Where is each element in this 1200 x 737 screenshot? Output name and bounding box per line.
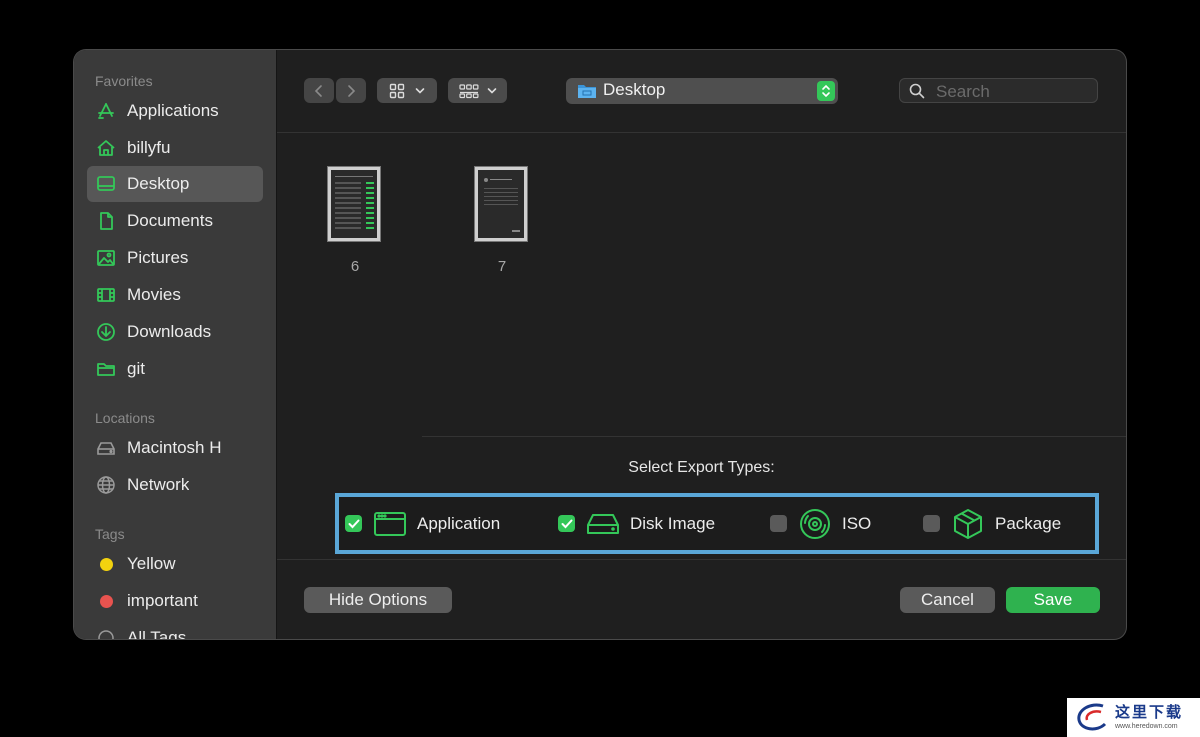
downloads-icon	[95, 321, 117, 343]
back-button[interactable]	[304, 78, 334, 103]
package-box-icon	[950, 508, 986, 540]
file-name: 6	[350, 258, 360, 275]
sidebar-item-documents[interactable]: Documents	[87, 203, 263, 239]
save-button[interactable]: Save	[1006, 587, 1100, 613]
export-option-label: ISO	[842, 513, 872, 533]
export-types-panel: Application Disk Image ISO Package	[335, 493, 1099, 554]
sidebar-item-git[interactable]: git	[87, 351, 263, 387]
file-thumbnail	[474, 166, 528, 242]
sidebar-item-label: Macintosh H	[127, 438, 222, 457]
sidebar-item-label: Pictures	[127, 248, 189, 267]
sidebar-item-label: Desktop	[127, 174, 190, 193]
file-item[interactable]: 6	[327, 166, 383, 275]
chevron-down-icon	[487, 87, 496, 94]
sidebar-item-downloads[interactable]: Downloads	[87, 314, 263, 350]
all-tags-icon	[95, 627, 117, 639]
toolbar: Desktop	[277, 50, 1126, 133]
location-label: Desktop	[603, 80, 666, 99]
pictures-icon	[95, 247, 117, 269]
package-checkbox[interactable]	[923, 515, 940, 532]
chevron-right-icon	[348, 84, 356, 97]
sidebar-item-label: Downloads	[127, 322, 212, 341]
application-checkbox[interactable]	[345, 515, 362, 532]
checkmark-icon	[561, 519, 572, 528]
checkmark-icon	[348, 519, 359, 528]
applications-icon	[95, 100, 117, 122]
movies-icon	[95, 284, 117, 306]
export-option-label: Package	[995, 513, 1062, 533]
locations-title: Locations	[95, 410, 155, 426]
iso-checkbox[interactable]	[770, 515, 787, 532]
disk-icon	[95, 437, 117, 459]
watermark-text: 这里下载	[1115, 703, 1184, 721]
tags-title: Tags	[95, 526, 125, 542]
sidebar-item-label: Documents	[127, 211, 213, 230]
sidebar-item-macintosh-hd[interactable]: Macintosh H	[87, 430, 263, 466]
sidebar-item-label: important	[127, 591, 198, 610]
desktop-icon	[95, 173, 117, 195]
file-thumbnail	[327, 166, 381, 242]
export-option-package[interactable]: Package	[923, 497, 1061, 550]
hide-options-button[interactable]: Hide Options	[304, 587, 452, 613]
cancel-button[interactable]: Cancel	[900, 587, 995, 613]
chevron-left-icon	[314, 84, 322, 97]
popup-stepper-icon	[817, 81, 835, 101]
tag-dot-red	[95, 590, 117, 612]
application-window-icon	[372, 508, 408, 540]
export-option-label: Application	[417, 513, 501, 533]
export-option-label: Disk Image	[630, 513, 716, 533]
search-field[interactable]	[899, 78, 1098, 103]
export-option-iso[interactable]: ISO	[770, 497, 871, 550]
folder-icon	[95, 358, 117, 380]
sidebar-item-movies[interactable]: Movies	[87, 277, 263, 313]
watermark-logo: 这里下载 www.heredown.com	[1067, 698, 1200, 737]
file-name: 7	[497, 258, 507, 275]
sidebar-item-tag-important[interactable]: important	[87, 583, 263, 619]
document-icon	[95, 210, 117, 232]
export-types-title: Select Export Types:	[628, 459, 775, 476]
sidebar-item-tag-yellow[interactable]: Yellow	[87, 546, 263, 582]
sidebar-item-label: Movies	[127, 285, 181, 304]
sidebar: Favorites Applications billyfu Desktop D…	[74, 50, 277, 639]
chevron-down-icon	[415, 87, 425, 94]
save-dialog: Favorites Applications billyfu Desktop D…	[74, 50, 1126, 639]
main-panel: Desktop 6	[277, 50, 1126, 639]
location-popup[interactable]: Desktop	[566, 78, 838, 104]
disk-image-checkbox[interactable]	[558, 515, 575, 532]
footer-divider	[277, 559, 1126, 560]
grid-view-icon	[389, 83, 405, 98]
forward-button[interactable]	[336, 78, 366, 103]
sidebar-item-all-tags[interactable]: All Tags	[87, 620, 263, 639]
search-input[interactable]	[934, 81, 1088, 103]
home-icon	[95, 137, 117, 159]
iso-disc-icon	[797, 508, 833, 540]
desktop-folder-icon	[578, 85, 596, 98]
view-mode-button[interactable]	[377, 78, 437, 103]
file-item[interactable]: 7	[474, 166, 530, 275]
sidebar-item-label: All Tags	[127, 628, 187, 639]
sidebar-item-desktop[interactable]: Desktop	[87, 166, 263, 202]
sidebar-item-applications[interactable]: Applications	[87, 93, 263, 129]
export-option-application[interactable]: Application	[345, 497, 500, 550]
watermark-swirl-icon	[1077, 703, 1107, 731]
sidebar-item-label: Yellow	[127, 554, 176, 573]
search-icon	[909, 83, 925, 99]
sidebar-item-label: billyfu	[127, 138, 171, 157]
sidebar-item-label: Network	[127, 475, 190, 494]
globe-icon	[95, 474, 117, 496]
group-by-button[interactable]	[448, 78, 507, 103]
group-grid-icon	[458, 83, 478, 98]
tag-dot-yellow	[95, 553, 117, 575]
sidebar-item-pictures[interactable]: Pictures	[87, 240, 263, 276]
sidebar-item-label: git	[127, 359, 145, 378]
favorites-title: Favorites	[95, 73, 153, 89]
sidebar-item-home[interactable]: billyfu	[87, 130, 263, 166]
watermark-url: www.heredown.com	[1115, 723, 1178, 730]
sidebar-item-label: Applications	[127, 101, 219, 120]
disk-image-icon	[585, 508, 621, 540]
export-option-disk-image[interactable]: Disk Image	[558, 497, 715, 550]
sidebar-item-network[interactable]: Network	[87, 467, 263, 503]
divider	[422, 436, 1126, 437]
